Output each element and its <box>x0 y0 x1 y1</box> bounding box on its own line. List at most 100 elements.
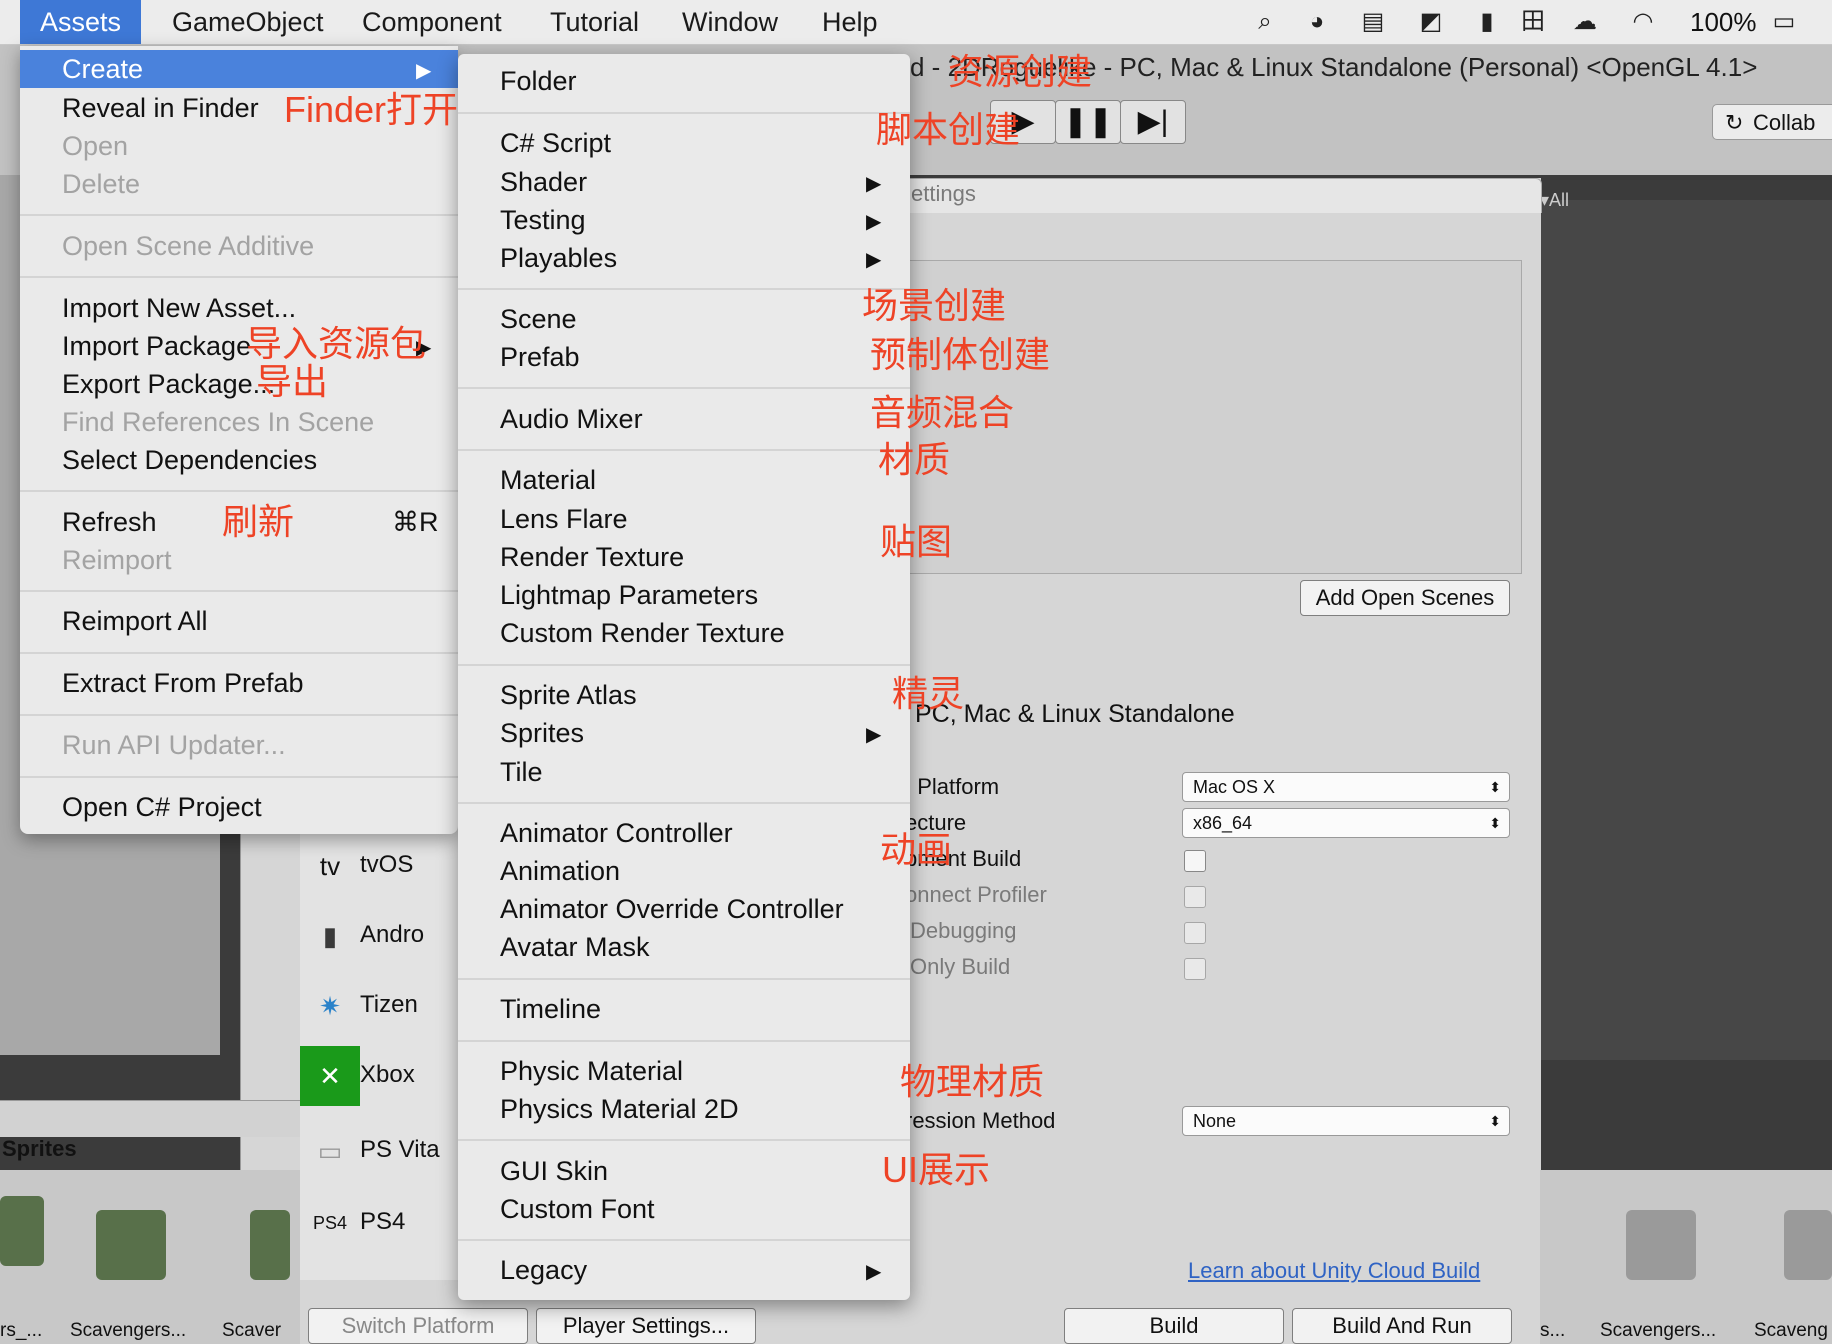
menu-separator <box>458 387 910 389</box>
platform-item-android[interactable]: ▮ Andro <box>300 905 424 965</box>
scripts-only-build-checkbox[interactable] <box>1184 958 1206 980</box>
asset-thumbnail[interactable] <box>96 1210 166 1280</box>
development-build-checkbox[interactable] <box>1184 850 1206 872</box>
player-settings-button[interactable]: Player Settings... <box>536 1308 756 1344</box>
wechat-icon[interactable]: ◕ <box>1302 8 1332 36</box>
menu-tutorial[interactable]: Tutorial <box>530 0 659 44</box>
menu-item-select-dependencies[interactable]: Select Dependencies <box>62 441 317 479</box>
menu-item-open[interactable]: Open <box>62 127 128 165</box>
collab-button[interactable]: ↻ Collab <box>1712 104 1832 140</box>
platform-item-psvita[interactable]: ▭ PS Vita <box>300 1120 440 1180</box>
create-item-legacy[interactable]: Legacy <box>500 1251 587 1289</box>
create-item-prefab[interactable]: Prefab <box>500 338 580 376</box>
create-item-timeline[interactable]: Timeline <box>500 990 601 1028</box>
compression-method-select[interactable]: None <box>1182 1106 1510 1136</box>
asset-label: s... <box>1540 1320 1566 1341</box>
architecture-select[interactable]: x86_64 <box>1182 808 1510 838</box>
microphone-icon[interactable]: ▮ <box>1472 8 1502 36</box>
stack-icon[interactable]: ▤ <box>1358 8 1388 36</box>
menu-item-extract-from-prefab[interactable]: Extract From Prefab <box>62 664 304 702</box>
script-debugging-checkbox[interactable] <box>1184 922 1206 944</box>
annotation-sprite: 精灵 <box>892 673 965 714</box>
connect-profiler-checkbox[interactable] <box>1184 886 1206 908</box>
create-item-physic-material[interactable]: Physic Material <box>500 1052 683 1090</box>
menu-item-open-scene-additive[interactable]: Open Scene Additive <box>62 227 314 265</box>
input-method-icon[interactable]: 田 <box>1518 8 1548 36</box>
annotation-prefab-create: 预制体创建 <box>870 334 1051 375</box>
menu-item-find-references[interactable]: Find References In Scene <box>62 403 374 441</box>
platform-item-tizen[interactable]: ✷ Tizen <box>300 975 418 1035</box>
add-open-scenes-button[interactable]: Add Open Scenes <box>1300 580 1510 616</box>
create-item-gui-skin[interactable]: GUI Skin <box>500 1152 608 1190</box>
annotation-asset-create: 资源创建 <box>948 51 1093 92</box>
battery-icon[interactable]: ▭ <box>1760 8 1808 36</box>
menu-assets[interactable]: Assets <box>20 0 142 44</box>
build-and-run-button[interactable]: Build And Run <box>1292 1308 1512 1344</box>
menu-gameobject[interactable]: GameObject <box>152 0 344 44</box>
build-settings-tab[interactable]: ettings <box>880 178 1542 213</box>
create-item-custom-render-texture[interactable]: Custom Render Texture <box>500 614 785 652</box>
cloud-icon[interactable]: ☁ <box>1570 8 1600 36</box>
cast-icon[interactable]: ◩ <box>1416 8 1446 36</box>
create-item-render-texture[interactable]: Render Texture <box>500 538 684 576</box>
step-button[interactable]: ▶| <box>1120 100 1186 144</box>
create-item-avatar-mask[interactable]: Avatar Mask <box>500 928 650 966</box>
wifi-icon[interactable]: ◠ <box>1628 8 1658 36</box>
menu-item-import-new-asset[interactable]: Import New Asset... <box>62 289 296 327</box>
target-platform-select[interactable]: Mac OS X <box>1182 772 1510 802</box>
platform-item-ps4[interactable]: PS4 PS4 <box>300 1192 405 1252</box>
annotation-scene-create: 场景创建 <box>862 285 1007 326</box>
create-item-audio-mixer[interactable]: Audio Mixer <box>500 400 643 438</box>
menu-item-create[interactable]: Create <box>62 50 143 88</box>
menu-item-refresh[interactable]: Refresh <box>62 503 157 541</box>
create-item-csharp-script[interactable]: C# Script <box>500 124 611 162</box>
menu-window[interactable]: Window <box>662 0 798 44</box>
sprites-arrow-icon: ▶ <box>866 724 882 746</box>
create-item-material[interactable]: Material <box>500 461 596 499</box>
menu-separator <box>20 714 458 716</box>
asset-thumbnail[interactable] <box>0 1196 44 1266</box>
create-item-playables[interactable]: Playables <box>500 239 617 277</box>
create-item-testing[interactable]: Testing <box>500 201 586 239</box>
create-item-animator-override-controller[interactable]: Animator Override Controller <box>500 890 844 928</box>
create-item-sprites[interactable]: Sprites <box>500 714 584 752</box>
asset-thumbnail[interactable] <box>1784 1210 1832 1280</box>
menu-item-import-package[interactable]: Import Package <box>62 327 251 365</box>
create-item-sprite-atlas[interactable]: Sprite Atlas <box>500 676 637 714</box>
menu-separator <box>458 664 910 666</box>
menu-item-export-package[interactable]: Export Package... <box>62 365 275 403</box>
search-filter[interactable]: ▾All <box>1540 190 1569 211</box>
menu-help[interactable]: Help <box>802 0 898 44</box>
asset-thumbnail[interactable] <box>1626 1210 1696 1280</box>
testing-arrow-icon: ▶ <box>866 211 882 233</box>
asset-thumbnail[interactable] <box>250 1210 290 1280</box>
menu-separator <box>458 1040 910 1042</box>
menu-item-open-csharp-project[interactable]: Open C# Project <box>62 788 262 826</box>
menu-item-run-api-updater[interactable]: Run API Updater... <box>62 726 286 764</box>
create-item-physics-material-2d[interactable]: Physics Material 2D <box>500 1090 739 1128</box>
platform-item-xbox[interactable]: ✕ Xbox <box>300 1045 415 1106</box>
create-item-scene[interactable]: Scene <box>500 300 577 338</box>
create-item-folder[interactable]: Folder <box>500 62 577 100</box>
create-item-lightmap-parameters[interactable]: Lightmap Parameters <box>500 576 758 614</box>
create-item-tile[interactable]: Tile <box>500 753 543 791</box>
xbox-icon: ✕ <box>300 1045 360 1106</box>
pause-button[interactable]: ❚❚ <box>1055 100 1121 144</box>
build-button[interactable]: Build <box>1064 1308 1284 1344</box>
menu-item-delete[interactable]: Delete <box>62 165 140 203</box>
menu-item-reveal-in-finder[interactable]: Reveal in Finder <box>62 89 259 127</box>
create-item-custom-font[interactable]: Custom Font <box>500 1190 655 1228</box>
platform-item-tvos[interactable]: tv tvOS <box>300 835 413 895</box>
menu-component[interactable]: Component <box>342 0 522 44</box>
create-item-animator-controller[interactable]: Animator Controller <box>500 814 733 852</box>
menu-item-reimport[interactable]: Reimport <box>62 541 172 579</box>
search-status-icon[interactable]: ⌕ <box>1250 8 1280 36</box>
create-item-shader[interactable]: Shader <box>500 163 587 201</box>
create-item-animation[interactable]: Animation <box>500 852 620 890</box>
menu-item-reimport-all[interactable]: Reimport All <box>62 602 208 640</box>
create-item-lens-flare[interactable]: Lens Flare <box>500 500 628 538</box>
refresh-icon: ↻ <box>1725 110 1744 135</box>
switch-platform-button[interactable]: Switch Platform <box>308 1308 528 1344</box>
learn-cloud-build-link[interactable]: Learn about Unity Cloud Build <box>1188 1258 1480 1284</box>
pause-icon: ❚❚ <box>1062 105 1114 138</box>
